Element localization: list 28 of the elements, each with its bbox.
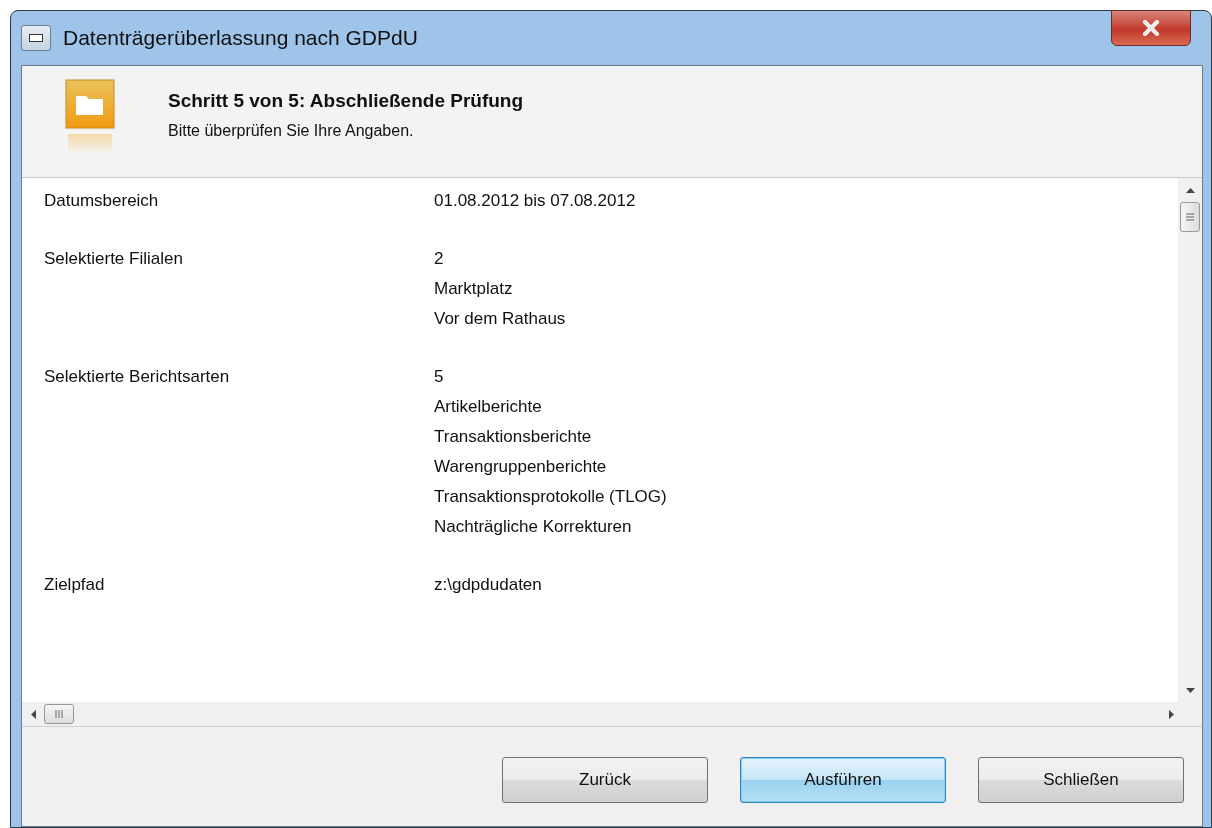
summary-value: Warengruppenberichte — [434, 456, 608, 478]
vertical-scrollbar[interactable] — [1178, 178, 1202, 702]
summary-label: Selektierte Filialen — [44, 248, 184, 270]
summary-value: Nachträgliche Korrekturen — [434, 516, 633, 538]
scroll-thumb[interactable] — [44, 704, 74, 724]
summary-label: Datumsbereich — [44, 190, 160, 212]
summary-label: Zielpfad — [44, 574, 106, 596]
dialog-button[interactable]: Schließen — [978, 756, 1184, 803]
summary-value: Marktplatz — [434, 278, 514, 300]
summary-value: 5 — [434, 366, 445, 388]
system-menu-icon[interactable] — [21, 25, 51, 51]
summary-label: Selektierte Berichtsarten — [44, 366, 231, 388]
step-subtitle: Bitte überprüfen Sie Ihre Angaben. — [168, 122, 415, 140]
scroll-thumb[interactable] — [1180, 202, 1200, 232]
close-icon[interactable] — [1111, 10, 1191, 46]
dialog-button[interactable]: Zurück — [502, 756, 708, 803]
summary-value: Transaktionsprotokolle (TLOG) — [434, 486, 667, 508]
summary-value: z:\gdpdudaten — [434, 574, 542, 596]
window-title: Datenträgerüberlassung nach GDPdU — [63, 26, 418, 50]
step-title: Schritt 5 von 5: Abschließende Prüfung — [168, 90, 524, 112]
dialog-button[interactable]: Ausführen — [740, 756, 946, 803]
summary-value: Artikelberichte — [434, 396, 543, 418]
summary-value: Vor dem Rathaus — [434, 308, 566, 330]
summary-value: 2 — [434, 248, 445, 270]
horizontal-scrollbar[interactable] — [22, 702, 1202, 726]
summary-value: 01.08.2012 bis 07.08.2012 — [434, 190, 636, 212]
folder-icon — [64, 78, 116, 156]
summary-value: Transaktionsberichte — [434, 426, 593, 448]
